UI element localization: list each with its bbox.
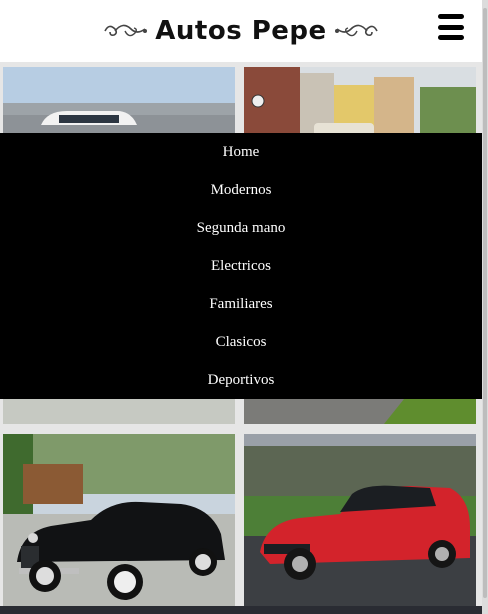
site-header: Autos Pepe bbox=[0, 0, 482, 62]
gallery-tile[interactable] bbox=[244, 67, 476, 137]
nav-item-deportivos[interactable]: Deportivos bbox=[0, 361, 482, 399]
nav-item-electricos[interactable]: Electricos bbox=[0, 247, 482, 285]
nav-item-segunda-mano[interactable]: Segunda mano bbox=[0, 209, 482, 247]
gallery-tile[interactable] bbox=[3, 67, 235, 137]
scrollbar-thumb[interactable] bbox=[483, 8, 487, 598]
bottom-strip bbox=[0, 606, 482, 614]
nav-item-home[interactable]: Home bbox=[0, 133, 482, 171]
right-ornament-icon bbox=[334, 24, 378, 37]
gallery-tile[interactable] bbox=[3, 434, 235, 606]
nav-item-familiares[interactable]: Familiares bbox=[0, 285, 482, 323]
nav-menu-overlay: Home Modernos Segunda mano Electricos Fa… bbox=[0, 133, 482, 399]
red-hatchback-photo bbox=[244, 434, 476, 606]
white-classic-car-photo bbox=[3, 67, 235, 137]
left-ornament-icon bbox=[104, 24, 148, 37]
nav-item-clasicos[interactable]: Clasicos bbox=[0, 323, 482, 361]
black-vintage-convertible-photo bbox=[3, 434, 235, 606]
nav-item-modernos[interactable]: Modernos bbox=[0, 171, 482, 209]
brand: Autos Pepe bbox=[101, 16, 380, 46]
city-street-car-photo bbox=[244, 67, 476, 137]
hamburger-menu-icon[interactable] bbox=[438, 14, 464, 40]
page-title: Autos Pepe bbox=[155, 16, 327, 46]
scrollbar[interactable] bbox=[482, 0, 488, 614]
gallery-tile[interactable] bbox=[244, 434, 476, 606]
